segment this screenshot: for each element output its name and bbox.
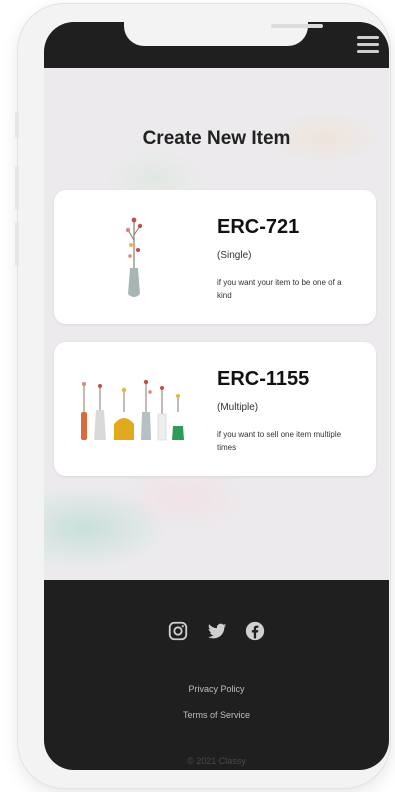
page-title: Create New Item (142, 128, 291, 149)
phone-side-button (15, 112, 19, 138)
card-type: (Single) (217, 250, 252, 261)
multiple-vases-illustration (81, 379, 184, 441)
phone-screen: Create New Item ERC-721 (Single) if you … (44, 22, 389, 770)
copyright-text: © 2021 Classy (187, 756, 246, 766)
facebook-icon[interactable] (244, 620, 266, 642)
hamburger-menu-icon[interactable] (357, 36, 379, 54)
social-links (44, 620, 389, 642)
card-description: if you want to sell one item multiple ti… (217, 430, 342, 452)
phone-volume-up-button (15, 166, 19, 210)
erc-1155-card[interactable]: ERC-1155 (Multiple) if you want to sell … (54, 342, 376, 476)
twitter-icon[interactable] (206, 620, 228, 642)
phone-notch (124, 22, 323, 46)
instagram-icon[interactable] (167, 620, 189, 642)
single-vase-illustration (125, 217, 143, 297)
terms-of-service-link[interactable]: Terms of Service (44, 710, 389, 720)
privacy-policy-link[interactable]: Privacy Policy (44, 684, 389, 694)
card-title: ERC-721 (217, 216, 300, 238)
card-description: if you want your item to be one of a kin… (217, 278, 342, 300)
main-content: Create New Item ERC-721 (Single) if you … (44, 68, 389, 580)
speaker-slot (271, 24, 323, 28)
card-type: (Multiple) (217, 402, 259, 413)
phone-volume-down-button (15, 222, 19, 266)
erc-721-card[interactable]: ERC-721 (Single) if you want your item t… (54, 190, 376, 324)
app-footer: Privacy Policy Terms of Service © 2021 C… (44, 580, 389, 770)
app-header (44, 22, 389, 68)
card-title: ERC-1155 (217, 368, 310, 390)
